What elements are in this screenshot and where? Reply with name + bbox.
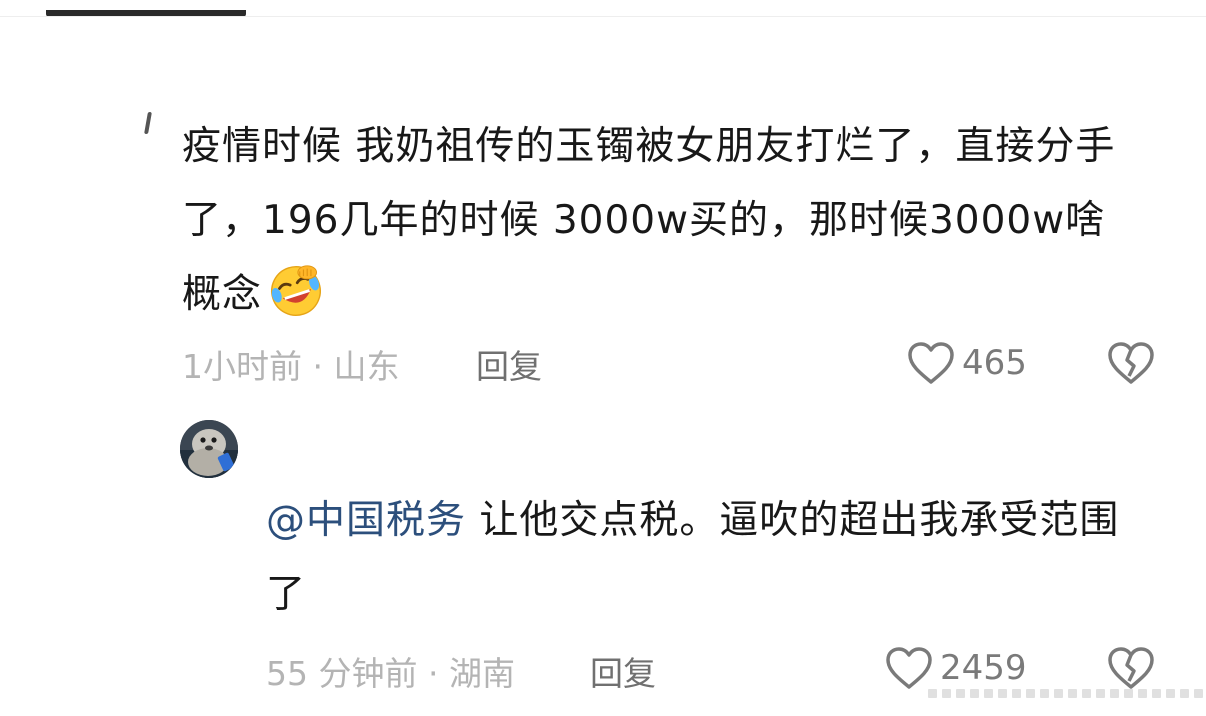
- reply-avatar[interactable]: [180, 420, 238, 478]
- reply-like-count: 2459: [940, 648, 1027, 688]
- comment-like-button[interactable]: 465: [906, 340, 1027, 386]
- reply-text-block: @中国税务 让他交点税。逼吹的超出我承受范围了: [266, 484, 1146, 632]
- comment-like-count: 465: [962, 343, 1027, 383]
- top-divider: [0, 16, 1206, 17]
- reply-mention-link[interactable]: @中国税务: [266, 498, 466, 543]
- quote-mark-icon: [144, 112, 152, 134]
- comment-dislike-button[interactable]: [1106, 340, 1156, 386]
- heart-icon: [908, 342, 954, 384]
- comment-time-location: 1小时前 · 山东: [182, 347, 400, 386]
- rolling-laughing-emoji-icon: [271, 265, 321, 316]
- reply-reply-button[interactable]: 回复: [590, 647, 656, 695]
- reply-like-button[interactable]: 2459: [884, 645, 1027, 691]
- comment-text-block: 疫情时候 我奶祖传的玉镯被女朋友打烂了，直接分手了，196几年的时候 3000w…: [182, 110, 1142, 332]
- reply-dislike-button[interactable]: [1106, 645, 1156, 691]
- comment-reply-button[interactable]: 回复: [476, 340, 542, 388]
- watermark: [928, 689, 1203, 698]
- heart-icon: [886, 647, 932, 689]
- seal-avatar-icon: [180, 420, 238, 478]
- reply-time-location: 55 分钟前 · 湖南: [266, 654, 515, 693]
